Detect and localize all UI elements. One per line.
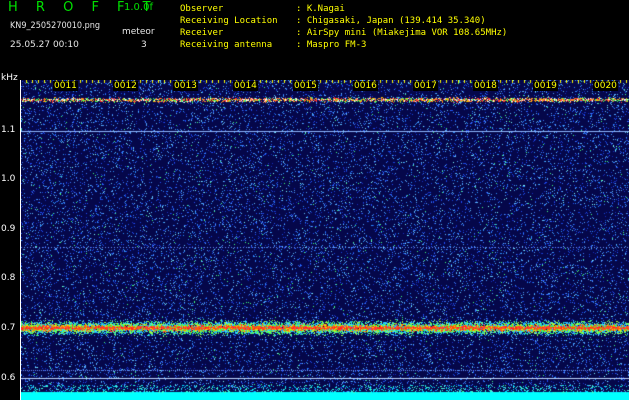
x-tick-0019: 0019 (533, 81, 558, 91)
x-tick-0018: 0018 (473, 81, 498, 91)
info-value-observer: : K.Nagai (296, 4, 345, 14)
x-tick-0014: 0014 (233, 81, 258, 91)
info-value-antenna: : Maspro FM-3 (296, 40, 367, 50)
file-name: KN9_2505270010.png (10, 21, 101, 31)
x-tick-0020: 0020 (593, 81, 618, 91)
x-tick-0015: 0015 (293, 81, 318, 91)
info-label-antenna: Receiving antenna (180, 40, 273, 50)
info-label-observer: Observer (180, 4, 224, 14)
x-tick-0017: 0017 (413, 81, 438, 91)
y-tick-1-1: 1.1 (1, 125, 16, 135)
meteor-label: meteor (122, 27, 155, 37)
spectrogram (20, 80, 629, 400)
info-value-location: : Chigasaki, Japan (139.414 35.340) (296, 16, 486, 26)
info-value-receiver: : AirSpy mini (Miakejima VOR 108.65MHz) (296, 28, 508, 38)
y-tick-0-9: 0.9 (1, 224, 16, 234)
x-tick-0011: 0011 (53, 81, 78, 91)
info-label-receiver: Receiver (180, 28, 224, 38)
x-tick-0013: 0013 (173, 81, 198, 91)
y-axis-unit: kHz (1, 73, 18, 83)
x-tick-0012: 0012 (113, 81, 138, 91)
y-tick-0-7: 0.7 (1, 323, 16, 333)
x-tick-0016: 0016 (353, 81, 378, 91)
meteor-count: 3 (141, 40, 147, 50)
spectrogram-canvas (21, 80, 629, 400)
timestamp: 25.05.27 00:10 (10, 40, 79, 50)
y-tick-0-8: 0.8 (1, 273, 16, 283)
info-values: : K.Nagai : Chigasaki, Japan (139.414 35… (296, 3, 507, 51)
info-label-location: Receiving Location (180, 16, 278, 26)
y-tick-0-6: 0.6 (1, 373, 16, 383)
version-label: 1.0.0f (124, 2, 153, 13)
info-labels: Observer Receiving Location Receiver Rec… (180, 3, 278, 51)
y-tick-1-0: 1.0 (1, 174, 16, 184)
